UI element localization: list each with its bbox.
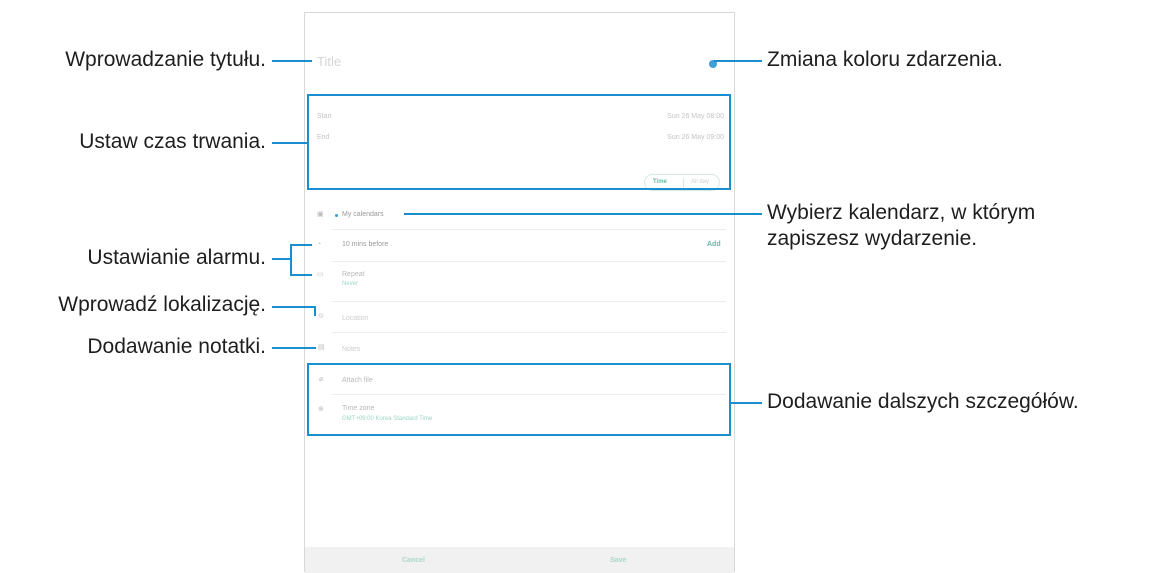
location-callout-tick	[314, 306, 316, 316]
alarm-bracket-top	[290, 244, 312, 246]
calendar-annotation-line2: zapiszesz wydarzenie.	[767, 227, 978, 250]
alarm-annotation: Ustawianie alarmu.	[87, 246, 266, 269]
title-input[interactable]: Title	[317, 54, 341, 69]
details-annotation: Dodawanie dalszych szczegółów.	[767, 390, 1079, 413]
duration-callout-line	[272, 142, 308, 144]
calendar-icon: ▣	[317, 211, 324, 218]
location-input[interactable]: Location	[342, 315, 368, 322]
notes-icon: ▤	[318, 344, 325, 351]
title-annotation: Wprowadzanie tytułu.	[65, 48, 266, 71]
title-callout-line	[272, 60, 312, 62]
details-highlight	[307, 363, 731, 436]
location-callout-line	[272, 306, 316, 308]
duration-annotation: Ustaw czas trwania.	[79, 130, 266, 153]
notes-callout-line	[272, 347, 316, 349]
cancel-button[interactable]: Cancel	[402, 557, 425, 564]
calendar-color-dot	[335, 214, 338, 217]
divider	[331, 229, 726, 230]
divider	[331, 261, 726, 262]
location-annotation: Wprowadź lokalizację.	[58, 293, 266, 316]
bell-icon: ◔	[317, 241, 322, 248]
alarm-value[interactable]: 10 mins before	[342, 241, 388, 248]
divider	[331, 332, 726, 333]
calendar-select[interactable]: My calendars	[342, 211, 384, 218]
notes-input[interactable]: Notes	[342, 346, 360, 353]
calendar-callout-line	[404, 213, 762, 215]
notes-annotation: Dodawanie notatki.	[87, 335, 266, 358]
alarm-bracket-bottom	[290, 274, 312, 276]
bottom-action-bar: Cancel Save	[305, 547, 734, 573]
details-callout-line	[731, 402, 762, 404]
save-button[interactable]: Save	[610, 557, 626, 564]
duration-highlight	[307, 94, 731, 190]
alarm-bracket	[290, 244, 292, 276]
color-annotation: Zmiana koloru zdarzenia.	[767, 48, 1003, 71]
repeat-label[interactable]: Repeat	[342, 271, 365, 278]
divider	[331, 301, 726, 302]
add-alarm-button[interactable]: Add	[707, 241, 721, 248]
repeat-value: Never	[342, 281, 359, 287]
calendar-annotation-line1: Wybierz kalendarz, w którym	[767, 201, 1036, 224]
alarm-callout-line	[272, 258, 290, 260]
color-callout-line	[714, 60, 762, 62]
location-icon: ⊙	[318, 313, 324, 320]
repeat-icon: ▭	[317, 271, 324, 278]
